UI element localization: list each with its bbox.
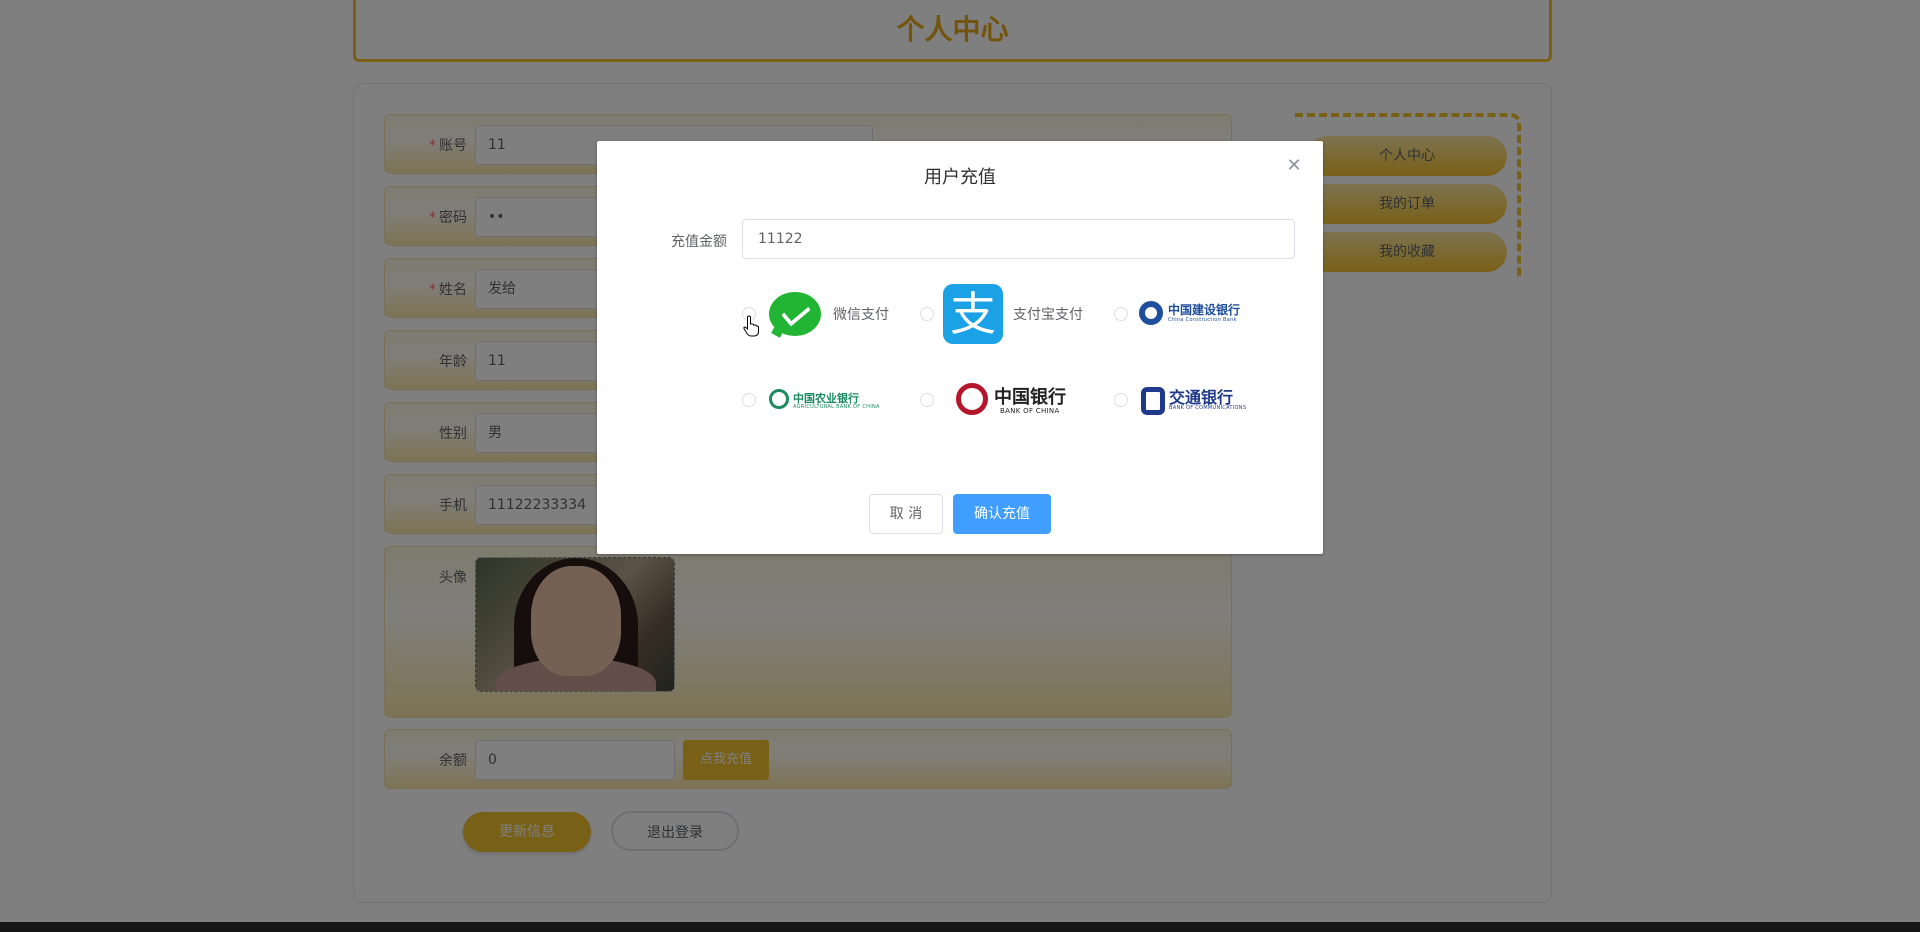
hand-cursor-icon (743, 315, 759, 337)
alipay-icon: 支 (943, 284, 1003, 344)
payment-option-ccb[interactable]: 中国建设银行 China Construction Bank (1114, 284, 1264, 344)
ccb-radio[interactable] (1114, 307, 1128, 321)
abc-logo-icon (769, 389, 789, 409)
bocom-radio[interactable] (1114, 393, 1128, 407)
payment-option-boc[interactable]: 中国银行 BANK OF CHINA (920, 375, 1095, 435)
amount-input[interactable]: 11122 (742, 219, 1295, 259)
payment-option-abc[interactable]: 中国农业银行 AGRICULTURAL BANK OF CHINA (742, 375, 907, 435)
payment-option-wechat[interactable]: 微信支付 (742, 284, 907, 344)
alipay-radio[interactable] (920, 307, 934, 321)
close-icon[interactable]: ✕ (1285, 157, 1303, 175)
wechat-icon (769, 292, 821, 336)
payment-option-bocom[interactable]: 交通银行 BANK OF COMMUNICATIONS (1114, 375, 1264, 435)
boc-logo-icon (956, 383, 988, 415)
amount-label: 充值金额 (671, 234, 727, 250)
ccb-logo-icon (1139, 301, 1163, 325)
boc-radio[interactable] (920, 393, 934, 407)
abc-subname: AGRICULTURAL BANK OF CHINA (793, 404, 880, 410)
boc-name: 中国银行 (994, 387, 1066, 408)
boc-subname: BANK OF CHINA (1000, 407, 1060, 415)
bocom-logo-icon (1141, 387, 1165, 415)
wechat-label: 微信支付 (833, 307, 889, 323)
alipay-label: 支付宝支付 (1013, 307, 1083, 323)
ccb-subname: China Construction Bank (1168, 317, 1237, 323)
dialog-title: 用户充值 (924, 167, 996, 188)
confirm-recharge-button[interactable]: 确认充值 (953, 494, 1051, 534)
recharge-dialog: 用户充值 ✕ 充值金额 11122 微信支付 支 支付宝支付 中国建设银行 Ch… (597, 141, 1323, 554)
abc-radio[interactable] (742, 393, 756, 407)
ccb-name: 中国建设银行 (1168, 303, 1241, 317)
payment-option-alipay[interactable]: 支 支付宝支付 (920, 284, 1095, 344)
bocom-subname: BANK OF COMMUNICATIONS (1169, 405, 1247, 411)
cancel-button[interactable]: 取 消 (869, 494, 943, 534)
